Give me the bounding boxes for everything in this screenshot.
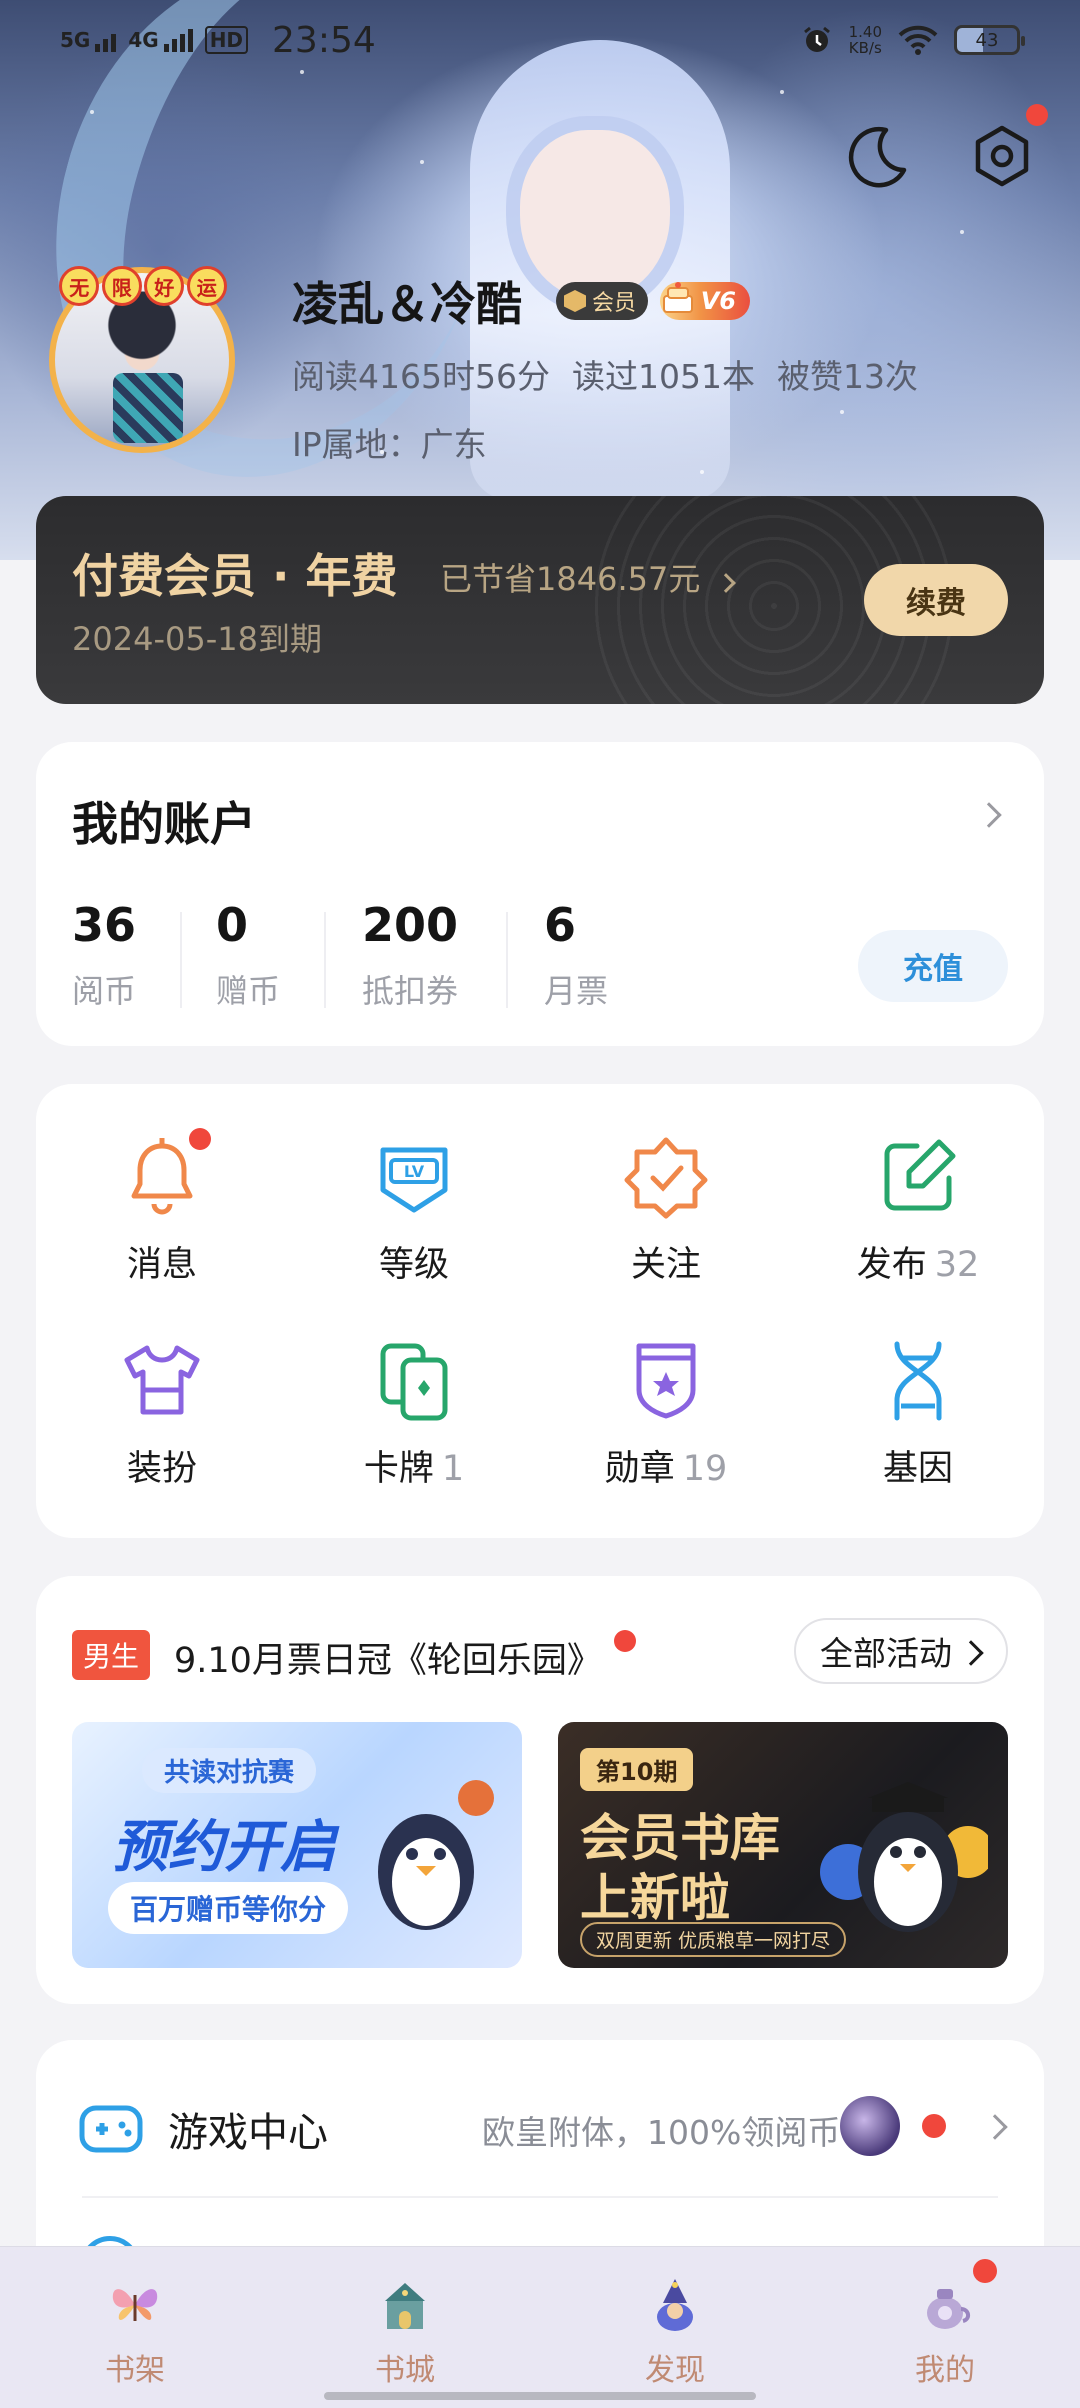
- ip-location: IP属地：广东: [292, 425, 487, 464]
- edit-icon: [884, 1139, 956, 1211]
- settings-button[interactable]: [964, 104, 1048, 194]
- stat-monthly-tickets[interactable]: 6 月票: [544, 898, 608, 1012]
- level-icon: LV: [380, 1147, 448, 1213]
- feature-messages[interactable]: 消息: [36, 1128, 288, 1287]
- renew-button[interactable]: 续费: [864, 564, 1008, 636]
- channel-tag: 男生: [72, 1630, 150, 1680]
- cake-icon: [663, 282, 693, 313]
- signal-4g: 4G: [128, 28, 193, 52]
- all-activities-button[interactable]: 全部活动: [794, 1618, 1008, 1684]
- battery-indicator: 43: [954, 25, 1025, 55]
- feature-publish[interactable]: 发布 32: [792, 1132, 1044, 1287]
- feature-following[interactable]: 关注: [540, 1132, 792, 1287]
- nav-bookstore[interactable]: 书城: [270, 2247, 540, 2408]
- user-avatar[interactable]: 无 限 好 运: [44, 262, 240, 458]
- divider: [82, 2196, 998, 2198]
- game-notification-dot: [922, 2114, 946, 2138]
- bottom-navigation: 书架 书城 发现 我的: [0, 2246, 1080, 2408]
- vip-hex-icon: [564, 290, 586, 312]
- night-mode-button[interactable]: [838, 118, 914, 194]
- feature-grid-card: 消息 LV 等级 关注 发布 32 装扮 卡牌 1 勋章 19 基因: [36, 1084, 1044, 1538]
- signal-5g: 5G: [60, 28, 117, 52]
- dna-icon: [894, 1341, 942, 1421]
- banner-reading-contest[interactable]: 共读对抗赛 预约开启 百万赠币等你分: [72, 1722, 522, 1968]
- butterfly-icon: [112, 2289, 158, 2321]
- badge-check-icon: [624, 1137, 708, 1219]
- wizard-icon: [657, 2279, 693, 2331]
- medal-icon: [636, 1343, 696, 1419]
- stat-coupons[interactable]: 200 抵扣券: [362, 898, 458, 1012]
- nav-discover[interactable]: 发现: [540, 2247, 810, 2408]
- network-speed: 1.40 KB/s: [848, 23, 882, 57]
- svg-text:LV: LV: [404, 1162, 425, 1181]
- nav-mine[interactable]: 我的: [810, 2247, 1080, 2408]
- stat-gift-coins[interactable]: 0 赠币: [216, 898, 280, 1012]
- castle-icon: [385, 2283, 425, 2329]
- feature-genes[interactable]: 基因: [792, 1336, 1044, 1491]
- vip-badge[interactable]: 会员: [556, 282, 649, 320]
- wifi-icon: [898, 25, 938, 55]
- activity-headline[interactable]: 9.10月票日冠《轮回乐园》: [174, 1632, 602, 1683]
- banner-member-library[interactable]: 第10期 会员书库 上新啦 双周更新 优质粮草一网打尽: [558, 1722, 1008, 1968]
- reading-stats: 阅读4165时56分 读过1051本 被赞13次: [292, 357, 918, 396]
- chevron-right-icon: [715, 573, 736, 593]
- game-center-title: 游戏中心: [168, 2110, 328, 2156]
- messages-notification-dot: [189, 1128, 211, 1150]
- game-avatar: [840, 2096, 900, 2156]
- mine-notification-dot: [973, 2259, 997, 2283]
- feature-level[interactable]: LV 等级: [288, 1132, 540, 1287]
- hd-indicator: HD: [204, 26, 249, 54]
- stat-read-coins[interactable]: 36 阅币: [72, 898, 136, 1012]
- anime-character-face: [520, 130, 670, 300]
- nav-bookshelf[interactable]: 书架: [0, 2247, 270, 2408]
- status-bar: 5G 4G HD 23:54 1.40 KB/s 43: [0, 0, 1080, 80]
- cards-icon: [380, 1343, 448, 1421]
- username[interactable]: 凌乱＆冷酷: [292, 268, 522, 334]
- account-title: 我的账户: [72, 797, 256, 851]
- membership-card[interactable]: 付费会员 · 年费 已节省1846.57元 2024-05-18到期 续费: [36, 496, 1044, 704]
- recharge-button[interactable]: 充值: [858, 930, 1008, 1002]
- alarm-icon: [803, 26, 830, 52]
- account-card[interactable]: 我的账户 36 阅币 0 赠币 200 抵扣券 6 月票 充值: [36, 742, 1044, 1046]
- penguin-mascot-icon: [378, 1780, 494, 1930]
- teapot-icon: [927, 2289, 970, 2329]
- moon-icon: [848, 126, 907, 188]
- gear-icon: [975, 125, 1029, 187]
- membership-saved[interactable]: 已节省1846.57元: [440, 554, 736, 600]
- home-indicator[interactable]: [324, 2392, 756, 2400]
- chevron-right-icon[interactable]: [976, 802, 1002, 828]
- feature-dressup[interactable]: 装扮: [36, 1336, 288, 1491]
- level-badge[interactable]: V6: [660, 282, 750, 320]
- feature-medals[interactable]: 勋章 19: [540, 1336, 792, 1491]
- activity-card: 男生 9.10月票日冠《轮回乐园》 全部活动 共读对抗赛 预约开启 百万赠币等你…: [36, 1576, 1044, 2004]
- penguin-graduate-mascot-icon: [820, 1782, 988, 1932]
- gamepad-icon: [79, 2105, 143, 2153]
- chevron-right-icon: [982, 2114, 1008, 2140]
- membership-title: 付费会员 · 年费: [72, 549, 398, 603]
- chevron-right-icon: [958, 1640, 984, 1666]
- avatar-frame-badge: 无 限 好 运: [58, 258, 228, 314]
- settings-notification-dot: [1026, 104, 1048, 126]
- clock: 23:54: [272, 19, 376, 61]
- game-center-desc: 欧皇附体，100%领阅币: [482, 2113, 841, 2152]
- feature-cards[interactable]: 卡牌 1: [288, 1336, 540, 1491]
- activity-notification-dot: [614, 1630, 636, 1652]
- tshirt-icon: [124, 1345, 200, 1415]
- membership-expire: 2024-05-18到期: [72, 620, 322, 658]
